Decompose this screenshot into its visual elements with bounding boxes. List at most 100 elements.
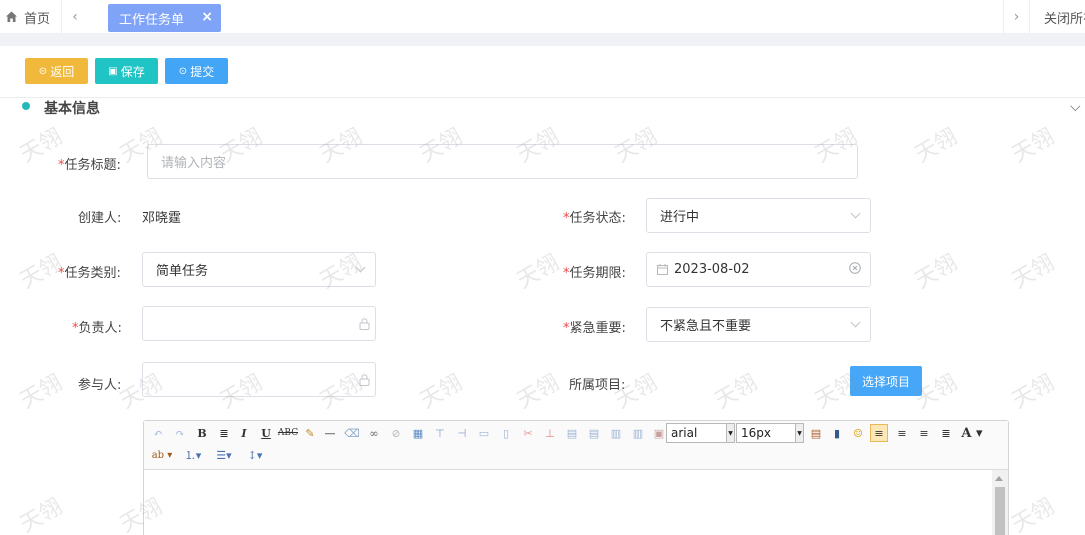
tab-home[interactable]: 首页 [0,0,62,34]
toolbar-divider [0,97,1085,98]
lock-icon [359,318,370,330]
insert-row-icon[interactable]: ⊤ [431,424,449,442]
tab-home-label: 首页 [24,11,51,27]
owner-input[interactable] [142,306,376,341]
watermark: 天翎 [415,370,467,414]
link-icon[interactable]: ∞ [365,424,383,442]
unlink-icon[interactable]: ⊘ [387,424,405,442]
video-icon[interactable]: ▮ [828,424,846,442]
col-right-icon[interactable]: ▥ [629,424,647,442]
category-label-text: 任务类别: [64,266,121,281]
priority-select[interactable]: 不紧急且不重要 [646,307,871,342]
clear-icon[interactable] [849,262,861,274]
bold-icon[interactable]: B [193,424,211,442]
italic-icon[interactable]: I [235,424,253,442]
task-title-label-text: 任务标题: [64,158,121,173]
tab-work-task[interactable]: 工作任务单 × [108,4,221,32]
align-right-icon[interactable]: ≡ [893,424,911,442]
font-color-icon[interactable]: A ▾ [959,424,985,442]
delete-row-icon[interactable]: ⊥ [541,424,559,442]
horizontal-rule-icon[interactable]: — [321,424,339,442]
font-family-select[interactable]: arial ▼ [666,423,735,443]
emoji-icon[interactable]: ☺ [849,424,867,442]
split-cells-icon[interactable]: ▯ [497,424,515,442]
watermark: 天翎 [1007,370,1059,414]
calendar-icon [657,264,668,275]
submit-label: 提交 [190,64,215,79]
ordered-list-icon[interactable]: ⒈▾ [180,446,206,464]
align-left-icon[interactable]: ≡ [870,424,888,442]
merge-cells-icon[interactable]: ▭ [475,424,493,442]
col-left-icon[interactable]: ▥ [607,424,625,442]
underline-icon[interactable]: U [257,424,275,442]
status-value: 进行中 [660,210,700,225]
row-above-icon[interactable]: ▤ [563,424,581,442]
owner-label-text: 负责人: [78,321,122,336]
close-all-tabs-button[interactable]: 关闭所有 [1029,0,1085,34]
scroll-up-icon[interactable] [995,476,1003,481]
unordered-list-icon[interactable]: ☰▾ [211,446,237,464]
priority-label: *紧急重要: [563,317,626,336]
section-bullet-icon [22,102,30,110]
table-icon[interactable]: ▦ [409,424,427,442]
creator-label: 创建人: [78,211,122,226]
row-below-icon[interactable]: ▤ [585,424,603,442]
tab-scroll-right-icon[interactable]: › [1003,0,1029,34]
redo-icon[interactable]: ↷ [171,424,189,442]
category-select[interactable]: 简单任务 [142,252,376,287]
select-project-button[interactable]: 选择项目 [850,366,922,396]
close-icon[interactable]: × [201,9,213,25]
highlight-icon[interactable]: ab ▾ [149,446,175,464]
tab-work-task-label: 工作任务单 [119,12,185,28]
insert-col-icon[interactable]: ⊣ [453,424,471,442]
deadline-date-picker[interactable]: 2023-08-02 [646,252,871,287]
back-button[interactable]: ⊝ 返回 [25,58,88,84]
submit-button[interactable]: ⊙ 提交 [165,58,228,84]
tab-scroll-left-icon[interactable]: ‹ [62,0,88,34]
task-title-input[interactable]: 请输入内容 [147,144,858,179]
home-icon [5,10,19,24]
owner-label: *负责人: [72,317,122,336]
rich-text-editor: ↶ ↷ B ≣ I U ABC ✎ — ⌫ ∞ ⊘ ▦ ⊤ ⊣ ▭ ▯ ✂ ⊥ … [143,420,1009,535]
submit-icon: ⊙ [178,65,188,77]
deadline-value: 2023-08-02 [674,262,750,277]
undo-icon[interactable]: ↶ [149,424,167,442]
line-height-icon[interactable]: ↕▾ [242,446,268,464]
save-button[interactable]: ▣ 保存 [95,58,158,84]
align-justify-icon[interactable]: ≣ [937,424,955,442]
chevron-down-icon: ▼ [726,424,734,442]
chevron-down-icon [850,317,861,328]
image-icon[interactable]: ▤ [807,424,825,442]
strikethrough-icon[interactable]: ABC [278,424,298,442]
watermark: 天翎 [1007,124,1059,168]
eraser-icon[interactable]: ⌫ [343,424,361,442]
chevron-down-icon: ▼ [795,424,803,442]
participants-input[interactable] [142,362,376,397]
back-icon: ⊝ [38,65,48,77]
scroll-thumb[interactable] [995,487,1005,535]
category-label: *任务类别: [58,262,121,281]
font-family-value: arial [671,426,698,440]
format-painter-icon[interactable]: ✎ [301,424,319,442]
align-center-icon[interactable]: ≡ [915,424,933,442]
status-label-text: 任务状态: [569,211,626,226]
editor-toolbar: ↶ ↷ B ≣ I U ABC ✎ — ⌫ ∞ ⊘ ▦ ⊤ ⊣ ▭ ▯ ✂ ⊥ … [144,421,1008,470]
editor-scrollbar[interactable] [992,470,1008,535]
participants-label: 参与人: [78,378,122,393]
chevron-down-icon[interactable]: ⌵ [1070,99,1081,115]
save-label: 保存 [120,64,145,79]
back-label: 返回 [50,64,75,79]
section-title: 基本信息 [44,101,100,117]
status-select[interactable]: 进行中 [646,198,871,233]
delete-col-icon[interactable]: ✂ [519,424,537,442]
watermark: 天翎 [15,370,67,414]
chevron-down-icon [355,262,366,273]
task-title-label: *任务标题: [58,154,121,173]
format-icon[interactable]: ≣ [215,424,233,442]
deadline-label: *任务期限: [563,262,626,281]
watermark: 天翎 [710,370,762,414]
lock-icon [359,374,370,386]
watermark: 天翎 [1007,494,1059,535]
font-size-select[interactable]: 16px ▼ [736,423,804,443]
watermark: 天翎 [910,250,962,294]
